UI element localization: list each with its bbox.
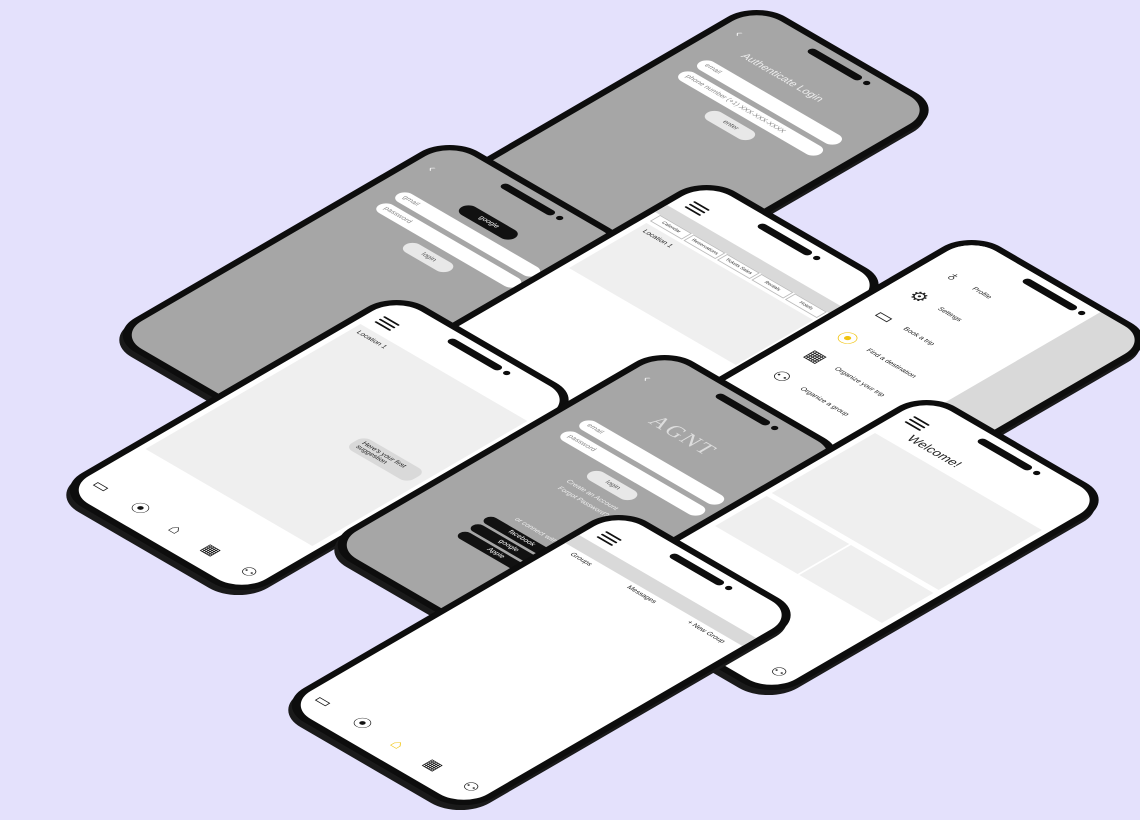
group-nav-icon[interactable]: ⚇ — [761, 663, 794, 682]
calendar-nav-icon[interactable]: ▦ — [415, 756, 449, 776]
password-field[interactable]: password — [372, 201, 526, 290]
hamburger-menu-icon[interactable] — [902, 416, 931, 433]
group-nav-icon[interactable]: ⚇ — [231, 563, 264, 582]
gmail-field[interactable]: gmail — [391, 190, 545, 279]
back-icon[interactable]: ‹ — [639, 373, 657, 383]
calendar-nav-icon[interactable]: ▦ — [193, 541, 227, 561]
phone-field[interactable]: phone number (+1) XXX-XXX-XXXX — [674, 69, 828, 158]
group-nav-icon[interactable]: ⚇ — [453, 778, 486, 797]
book-nav-icon[interactable]: ▭ — [84, 477, 118, 497]
home-nav-icon[interactable]: ⌂ — [160, 521, 189, 538]
location-nav-icon[interactable]: ⦿ — [121, 499, 155, 519]
back-icon[interactable]: ‹ — [731, 28, 749, 38]
hamburger-menu-icon[interactable] — [372, 316, 401, 333]
suggestion-bubble[interactable]: Here's your first suggestion — [345, 436, 426, 483]
back-icon[interactable]: ‹ — [424, 163, 442, 173]
location-nav-icon[interactable]: ⦿ — [343, 714, 377, 734]
book-nav-icon[interactable]: ▭ — [306, 692, 340, 712]
home-nav-icon[interactable]: ⌂ — [382, 736, 411, 753]
location-label: Location 1 — [354, 330, 389, 350]
phone-notch — [975, 437, 1035, 472]
phone-notch — [755, 222, 815, 257]
agnt-logo: AGNT — [643, 412, 725, 460]
email-field[interactable]: email — [575, 418, 729, 507]
phone-notch — [805, 47, 865, 82]
